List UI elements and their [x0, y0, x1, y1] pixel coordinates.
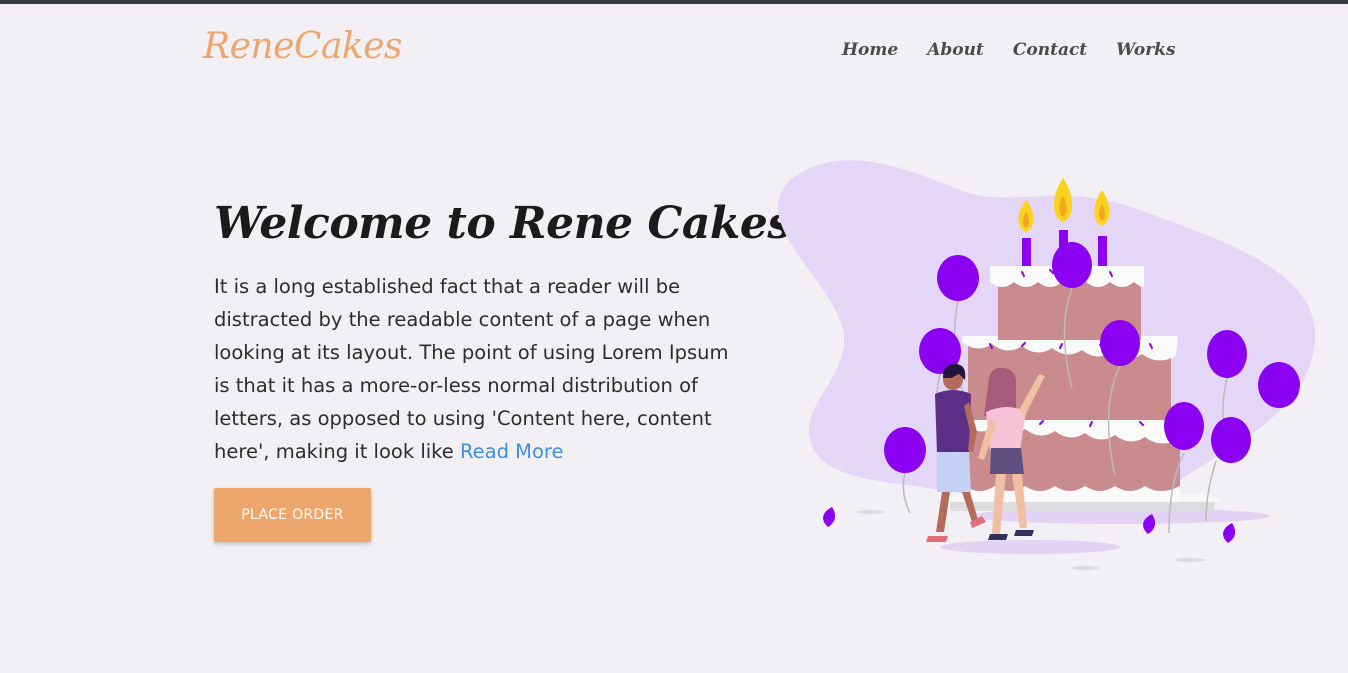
window-top-border [0, 0, 1348, 4]
balloon [1164, 402, 1204, 450]
place-order-button[interactable]: PLACE ORDER [214, 488, 371, 542]
balloon [1211, 417, 1251, 463]
birthday-cake-illustration [777, 160, 1316, 570]
nav-works[interactable]: Works [1116, 40, 1175, 60]
hero-paragraph: It is a long established fact that a rea… [214, 270, 734, 468]
hero-title: Welcome to Rene Cakes [214, 198, 792, 249]
nav-about[interactable]: About [927, 40, 984, 60]
read-more-link[interactable]: Read More [460, 440, 564, 463]
balloon [1258, 362, 1300, 408]
balloon [1207, 330, 1247, 378]
nav-contact[interactable]: Contact [1013, 40, 1087, 60]
hero-paragraph-text: It is a long established fact that a rea… [214, 275, 729, 463]
nav-home[interactable]: Home [842, 40, 898, 60]
balloon [1052, 242, 1092, 288]
balloon [884, 427, 926, 473]
balloon [937, 255, 979, 301]
site-logo[interactable]: ReneCakes [203, 26, 403, 67]
balloon [1100, 320, 1140, 366]
main-nav: Home About Contact Works [842, 40, 1205, 60]
